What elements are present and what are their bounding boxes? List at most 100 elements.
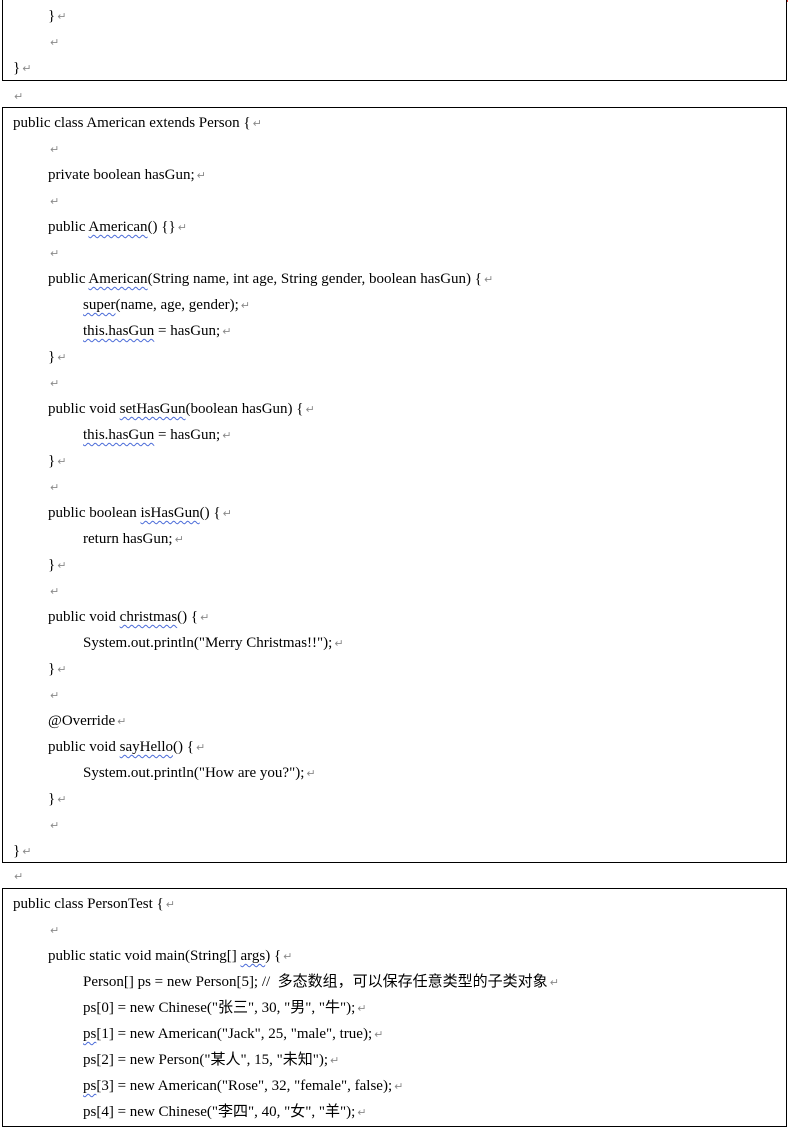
- code-line: ps[2] = new Person("某人", 15, "未知"); ↵: [3, 1047, 339, 1073]
- code-line: ↵: [3, 812, 59, 838]
- code-text: }: [13, 60, 21, 76]
- paragraph-mark-icon: ↵: [549, 976, 559, 989]
- code-line: public class American extends Person {↵: [3, 110, 262, 136]
- code-line: ↵: [3, 682, 59, 708]
- code-block-top: } ↵ ↵ } ↵: [2, 0, 787, 81]
- code-line: ps[1] = new American("Jack", 25, "male",…: [3, 1021, 383, 1047]
- code-line: return hasGun; ↵: [3, 526, 184, 552]
- code-line: public American(String name, int age, St…: [3, 266, 493, 292]
- paragraph-mark-icon: ↵: [174, 533, 184, 546]
- code-line: ↵: [3, 240, 59, 266]
- code-text: (String name, int age, String gender, bo…: [147, 271, 483, 287]
- code-text: }: [48, 453, 56, 469]
- spellcheck-flagged-text: American: [88, 271, 148, 287]
- spellcheck-flagged-text: args: [240, 948, 266, 964]
- paragraph-mark-icon: ↵: [394, 1080, 404, 1093]
- paragraph-mark-icon: ↵: [50, 36, 60, 49]
- code-text: public void: [48, 401, 120, 417]
- paragraph-mark-icon: ↵: [330, 1054, 340, 1067]
- code-line: public American() {} ↵: [3, 214, 187, 240]
- paragraph-mark-icon: ↵: [196, 169, 206, 182]
- code-text: public void: [48, 609, 120, 625]
- code-line: ps[3] = new American("Rose", 32, "female…: [3, 1073, 403, 1099]
- spellcheck-flagged-text: super: [83, 297, 116, 313]
- spellcheck-flagged-text: setHasGun: [119, 401, 186, 417]
- paragraph-mark-icon: ↵: [57, 455, 67, 468]
- paragraph-mark-icon: ↵: [57, 559, 67, 572]
- code-text: [3] = new American("Rose", 32, "female",…: [96, 1078, 393, 1094]
- paragraph-mark-icon: ↵: [222, 507, 232, 520]
- paragraph-mark-icon: ↵: [50, 819, 60, 832]
- empty-paragraph: ↵: [12, 86, 23, 106]
- code-text: }: [48, 557, 56, 573]
- code-text: [1] = new American("Jack", 25, "male", t…: [96, 1026, 373, 1042]
- spellcheck-flagged-text: christmas: [119, 609, 178, 625]
- code-text: Person[] ps = new Person[5]; // 多态数组，可以保…: [83, 974, 548, 990]
- paragraph-mark-icon: ↵: [50, 195, 60, 208]
- code-line: super(name, age, gender); ↵: [3, 292, 250, 318]
- code-text: public class American extends Person {: [13, 115, 251, 131]
- spellcheck-flagged-text: isHasGun: [140, 505, 200, 521]
- code-text: () {}: [147, 219, 176, 235]
- code-line: public void setHasGun(boolean hasGun) {↵: [3, 396, 315, 422]
- paragraph-mark-icon: ↵: [50, 247, 60, 260]
- code-text: () {: [173, 739, 194, 755]
- code-line: ↵: [3, 474, 59, 500]
- code-line: Person[] ps = new Person[5]; // 多态数组，可以保…: [3, 969, 559, 995]
- code-line: } ↵: [3, 448, 66, 474]
- code-line: ↵: [3, 578, 59, 604]
- paragraph-mark-icon: ↵: [222, 325, 232, 338]
- paragraph-mark-icon: ↵: [117, 715, 127, 728]
- paragraph-mark-icon: ↵: [165, 898, 175, 911]
- paragraph-mark-icon: ↵: [57, 663, 67, 676]
- code-text: }: [48, 791, 56, 807]
- paragraph-mark-icon: ↵: [305, 403, 315, 416]
- empty-paragraph: ↵: [12, 866, 23, 886]
- paragraph-mark-icon: ↵: [57, 793, 67, 806]
- code-text: () {: [199, 505, 221, 521]
- code-line: } ↵: [3, 838, 31, 864]
- code-line: this.hasGun = hasGun; ↵: [3, 422, 231, 448]
- paragraph-mark-icon: ↵: [357, 1106, 367, 1119]
- paragraph-mark-icon: ↵: [252, 117, 262, 130]
- code-text: = hasGun;: [154, 323, 221, 339]
- paragraph-mark-icon: ↵: [22, 62, 32, 75]
- code-line: @Override ↵: [3, 708, 126, 734]
- code-line: private boolean hasGun; ↵: [3, 162, 206, 188]
- paragraph-mark-icon: ↵: [195, 741, 206, 754]
- paragraph-mark-icon: ↵: [374, 1028, 384, 1041]
- code-text: }: [48, 349, 56, 365]
- paragraph-mark-icon: ↵: [50, 585, 60, 598]
- code-text: public: [48, 219, 89, 235]
- code-line: this.hasGun = hasGun; ↵: [3, 318, 231, 344]
- code-text: return hasGun;: [83, 531, 173, 547]
- code-text: public boolean: [48, 505, 141, 521]
- paragraph-mark-icon: ↵: [14, 870, 24, 883]
- code-text: (name, age, gender);: [115, 297, 239, 313]
- code-line: } ↵: [3, 344, 66, 370]
- code-line: ↵: [3, 188, 59, 214]
- code-line: ps[4] = new Chinese("李四", 40, "女", "羊");…: [3, 1099, 366, 1125]
- code-text: () {: [177, 609, 199, 625]
- code-line: ps[0] = new Chinese("张三", 30, "男", "牛");…: [3, 995, 366, 1021]
- code-block-persontest: public class PersonTest {↵ ↵ public stat…: [2, 888, 787, 1127]
- spellcheck-flagged-text: this.hasGun: [83, 323, 155, 339]
- code-line: public void sayHello() {↵: [3, 734, 205, 760]
- code-text: System.out.println("Merry Christmas!!");: [83, 635, 333, 651]
- code-line: } ↵: [3, 55, 31, 81]
- spellcheck-flagged-text: this.hasGun: [83, 427, 155, 443]
- code-text: }: [13, 843, 21, 859]
- code-text: = hasGun;: [154, 427, 221, 443]
- code-text: public static void main(String[]: [48, 948, 241, 964]
- code-text: }: [48, 8, 56, 24]
- code-text: ps[0] = new Chinese("张三", 30, "男", "牛");: [83, 1000, 356, 1016]
- code-line: } ↵: [3, 3, 66, 29]
- code-text: public: [48, 271, 89, 287]
- code-text: (boolean hasGun) {: [185, 401, 304, 417]
- code-line: public static void main(String[] args) {…: [3, 943, 292, 969]
- code-line: } ↵: [3, 786, 66, 812]
- paragraph-mark-icon: ↵: [283, 950, 293, 963]
- paragraph-mark-icon: ↵: [306, 767, 316, 780]
- code-text: public class PersonTest {: [13, 896, 164, 912]
- paragraph-mark-icon: ↵: [14, 90, 24, 103]
